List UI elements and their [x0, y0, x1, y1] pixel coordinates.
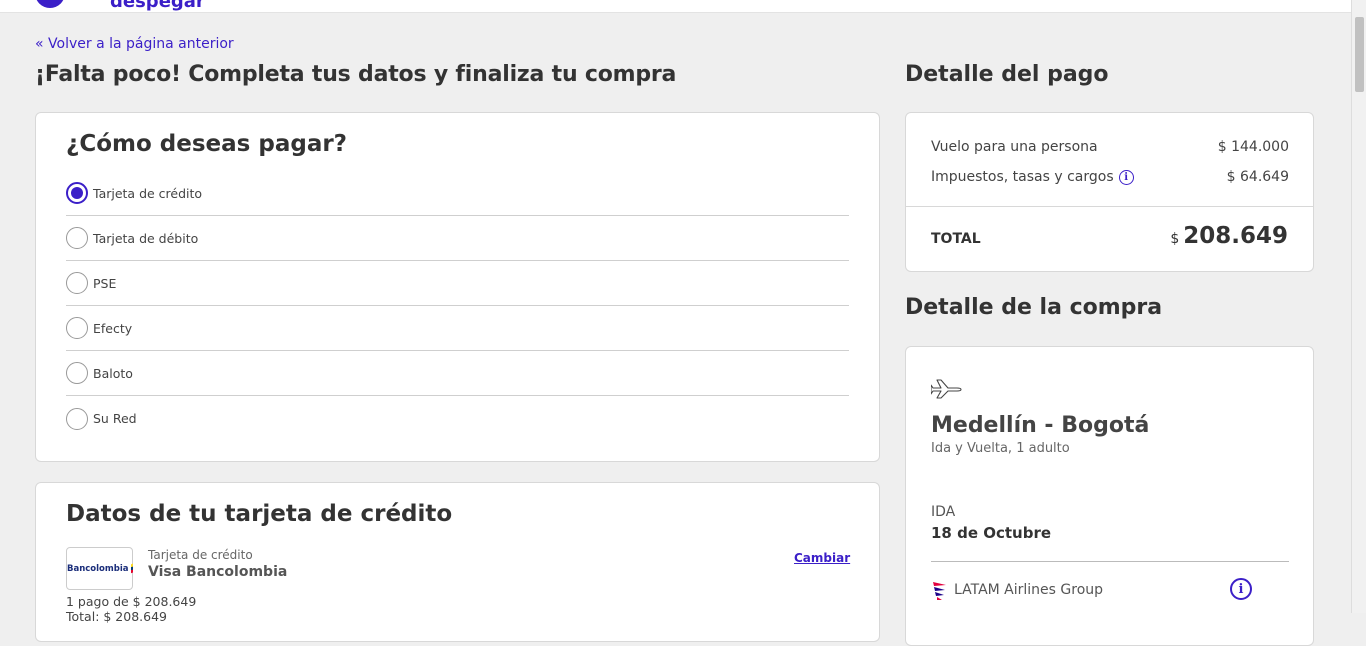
leg-label: IDA: [931, 504, 956, 520]
info-icon[interactable]: i: [1230, 578, 1252, 600]
radio-su-red[interactable]: [66, 407, 88, 430]
info-icon[interactable]: i: [1118, 169, 1134, 185]
payment-option-label: Efecty: [93, 320, 133, 336]
payment-method-list: Tarjeta de crédito Tarjeta de débito PSE…: [66, 171, 849, 441]
bank-logo-text: Bancolombia: [67, 563, 129, 574]
route-title: Medellín - Bogotá: [931, 413, 1150, 438]
payment-option-debit-card[interactable]: Tarjeta de débito: [66, 216, 849, 261]
installments-text: 1 pago de $ 208.649: [66, 594, 197, 609]
airline-name: LATAM Airlines Group: [954, 582, 1104, 598]
bank-flag-icon: [130, 563, 132, 574]
purchase-detail-title: Detalle de la compra: [905, 295, 1163, 320]
radio-efecty[interactable]: [66, 317, 88, 339]
airplane-icon: [931, 379, 962, 399]
payment-method-card: ¿Cómo deseas pagar? Tarjeta de crédito T…: [35, 112, 880, 462]
radio-baloto[interactable]: [66, 362, 88, 384]
card-type: Tarjeta de crédito: [148, 548, 253, 562]
payment-method-title: ¿Cómo deseas pagar?: [66, 131, 348, 157]
payment-option-label: PSE: [93, 275, 117, 291]
radio-pse[interactable]: [66, 272, 88, 294]
brand-logo-icon[interactable]: [35, 0, 65, 8]
summary-row-value: $ 144.000: [1217, 139, 1289, 155]
purchase-detail-card: Medellín - Bogotá Ida y Vuelta, 1 adulto…: [905, 346, 1314, 646]
total-amount: $208.649: [1170, 223, 1288, 249]
total-label: TOTAL: [931, 231, 981, 247]
latam-logo-icon: [933, 582, 946, 600]
back-link[interactable]: « Volver a la página anterior: [35, 36, 234, 52]
top-header: despegar: [0, 0, 1351, 13]
payment-option-label: Tarjeta de crédito: [93, 185, 203, 201]
page-title: ¡Falta poco! Completa tus datos y finali…: [35, 62, 677, 87]
card-data-section: Datos de tu tarjeta de crédito Bancolomb…: [35, 482, 880, 642]
payment-option-pse[interactable]: PSE: [66, 261, 849, 306]
card-data-title: Datos de tu tarjeta de crédito: [66, 501, 453, 527]
page-scrollbar[interactable]: [1351, 0, 1366, 613]
summary-row-flight: Vuelo para una persona $ 144.000: [931, 139, 1289, 155]
summary-row-label: Vuelo para una persona: [931, 139, 1098, 155]
leg-date: 18 de Octubre: [931, 524, 1052, 542]
summary-row-label: Impuestos, tasas y cargos: [931, 169, 1114, 185]
airline-row: LATAM Airlines Group: [931, 579, 1103, 601]
card-total-text: Total: $ 208.649: [66, 609, 167, 624]
radio-credit-card[interactable]: [66, 182, 88, 204]
payment-option-baloto[interactable]: Baloto: [66, 351, 849, 396]
payment-option-credit-card[interactable]: Tarjeta de crédito: [66, 171, 849, 216]
payment-option-label: Baloto: [93, 365, 133, 381]
payment-option-efecty[interactable]: Efecty: [66, 306, 849, 351]
leg-divider: [931, 561, 1289, 562]
payment-detail-title: Detalle del pago: [905, 62, 1109, 87]
radio-debit-card[interactable]: [66, 227, 88, 249]
change-card-link[interactable]: Cambiar: [794, 551, 850, 565]
total-value: 208.649: [1183, 223, 1288, 249]
summary-divider: [906, 206, 1313, 207]
total-currency: $: [1170, 231, 1180, 247]
payment-summary-card: Vuelo para una persona $ 144.000 Impuest…: [905, 112, 1314, 272]
payment-option-su-red[interactable]: Su Red: [66, 396, 849, 441]
brand-logo-text[interactable]: despegar: [110, 0, 205, 12]
payment-option-label: Su Red: [93, 411, 137, 426]
route-subtitle: Ida y Vuelta, 1 adulto: [931, 441, 1070, 456]
payment-option-label: Tarjeta de débito: [93, 230, 199, 246]
summary-row-value: $ 64.649: [1226, 169, 1289, 185]
card-name: Visa Bancolombia: [148, 564, 288, 580]
bank-logo: Bancolombia: [66, 547, 133, 590]
summary-row-taxes: Impuestos, tasas y cargos i $ 64.649: [931, 169, 1289, 185]
scrollbar-thumb[interactable]: [1355, 17, 1364, 92]
